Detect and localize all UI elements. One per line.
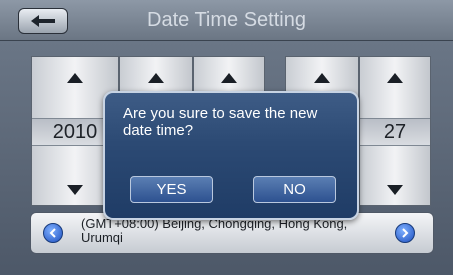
day-up-button[interactable] xyxy=(194,63,264,93)
year-up-button[interactable] xyxy=(32,63,118,93)
right-circle-icon xyxy=(402,228,409,238)
page-title: Date Time Setting xyxy=(147,9,306,31)
no-button[interactable]: NO xyxy=(253,176,336,203)
up-arrow-icon xyxy=(67,73,83,83)
up-arrow-icon xyxy=(148,73,164,83)
month-up-button[interactable] xyxy=(120,63,192,93)
minute-value: 27 xyxy=(360,118,430,146)
minute-down-button[interactable] xyxy=(360,175,430,205)
down-arrow-icon xyxy=(387,185,403,195)
timezone-next-button[interactable] xyxy=(395,223,415,243)
timezone-label: (GMT+08:00) Beijing, Chongqing, Hong Kon… xyxy=(81,216,348,245)
left-circle-icon xyxy=(49,228,56,238)
header-bar: Date Time Setting xyxy=(0,0,453,41)
up-arrow-icon xyxy=(221,73,237,83)
screen: Date Time Setting 2010 27 (GMT+08:00) Be… xyxy=(0,0,453,275)
dialog-message: Are you sure to save the new date time? xyxy=(123,105,318,139)
minute-up-button[interactable] xyxy=(360,63,430,93)
up-arrow-icon xyxy=(387,73,403,83)
hour-up-button[interactable] xyxy=(286,63,358,93)
timezone-prev-button[interactable] xyxy=(43,223,63,243)
confirm-dialog: Are you sure to save the new date time? … xyxy=(103,91,359,220)
yes-button[interactable]: YES xyxy=(130,176,213,203)
minute-spinner: 27 xyxy=(359,56,431,206)
up-arrow-icon xyxy=(314,73,330,83)
down-arrow-icon xyxy=(67,185,83,195)
